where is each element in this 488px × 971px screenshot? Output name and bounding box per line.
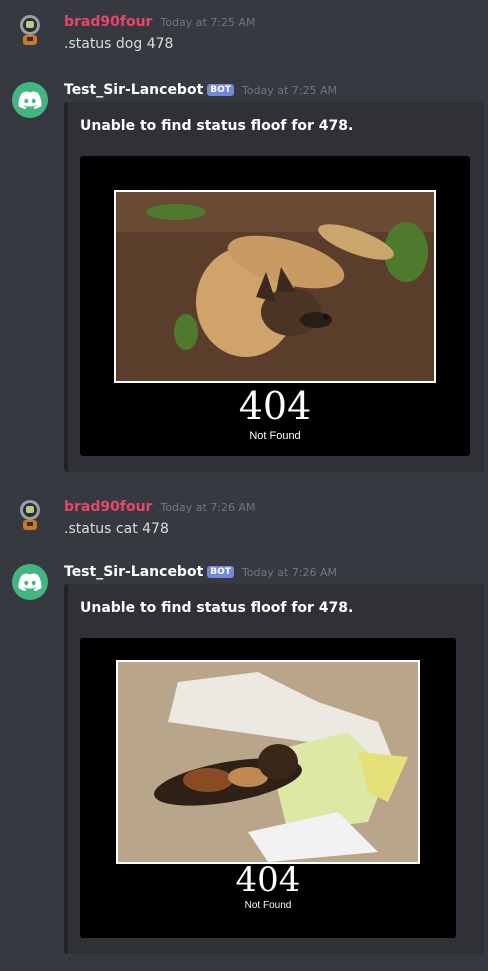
bot-tag: BOT (207, 84, 234, 96)
dog-photo (114, 190, 436, 383)
message-text: .status dog 478 (64, 36, 174, 52)
cat-image (118, 662, 418, 862)
error-text: Not Found (244, 900, 292, 911)
message-user-2: brad90four Today at 7:26 AM .status cat … (0, 497, 488, 545)
embed-title: Unable to find status floof for 478. (80, 118, 354, 134)
bot-username[interactable]: Test_Sir-Lancebot (64, 82, 203, 98)
username[interactable]: brad90four (64, 14, 152, 30)
embed-image[interactable]: 404 Not Found (80, 156, 470, 456)
timestamp: Today at 7:26 AM (160, 501, 256, 514)
error-code: 404 (238, 384, 312, 428)
astronaut-avatar-icon (20, 500, 40, 530)
astronaut-avatar-icon (20, 15, 40, 45)
timestamp: Today at 7:26 AM (241, 566, 338, 579)
message-user-1: brad90four Today at 7:25 AM .status dog … (0, 12, 488, 60)
discord-logo-icon (18, 91, 42, 109)
message-bot-1: Test_Sir-Lancebot BOT Today at 7:25 AM U… (0, 80, 488, 472)
message-text: .status cat 478 (64, 521, 169, 537)
error-code: 404 (235, 860, 301, 900)
embed: Unable to find status floof for 478. 404… (64, 584, 484, 954)
bot-tag: BOT (207, 566, 234, 578)
embed: Unable to find status floof for 478. 404… (64, 102, 484, 472)
error-text: Not Found (249, 430, 301, 442)
dog-image (116, 192, 434, 381)
embed-title: Unable to find status floof for 478. (80, 600, 354, 616)
user-avatar[interactable] (12, 497, 48, 533)
timestamp: Today at 7:25 AM (241, 84, 338, 97)
bot-username[interactable]: Test_Sir-Lancebot (64, 564, 203, 580)
embed-image[interactable]: 404 Not Found (80, 638, 456, 938)
timestamp: Today at 7:25 AM (160, 16, 256, 29)
message-bot-2: Test_Sir-Lancebot BOT Today at 7:26 AM U… (0, 562, 488, 954)
username[interactable]: brad90four (64, 499, 152, 515)
bot-avatar[interactable] (12, 564, 48, 600)
user-avatar[interactable] (12, 12, 48, 48)
bot-avatar[interactable] (12, 82, 48, 118)
discord-logo-icon (18, 573, 42, 591)
cat-photo (116, 660, 420, 864)
